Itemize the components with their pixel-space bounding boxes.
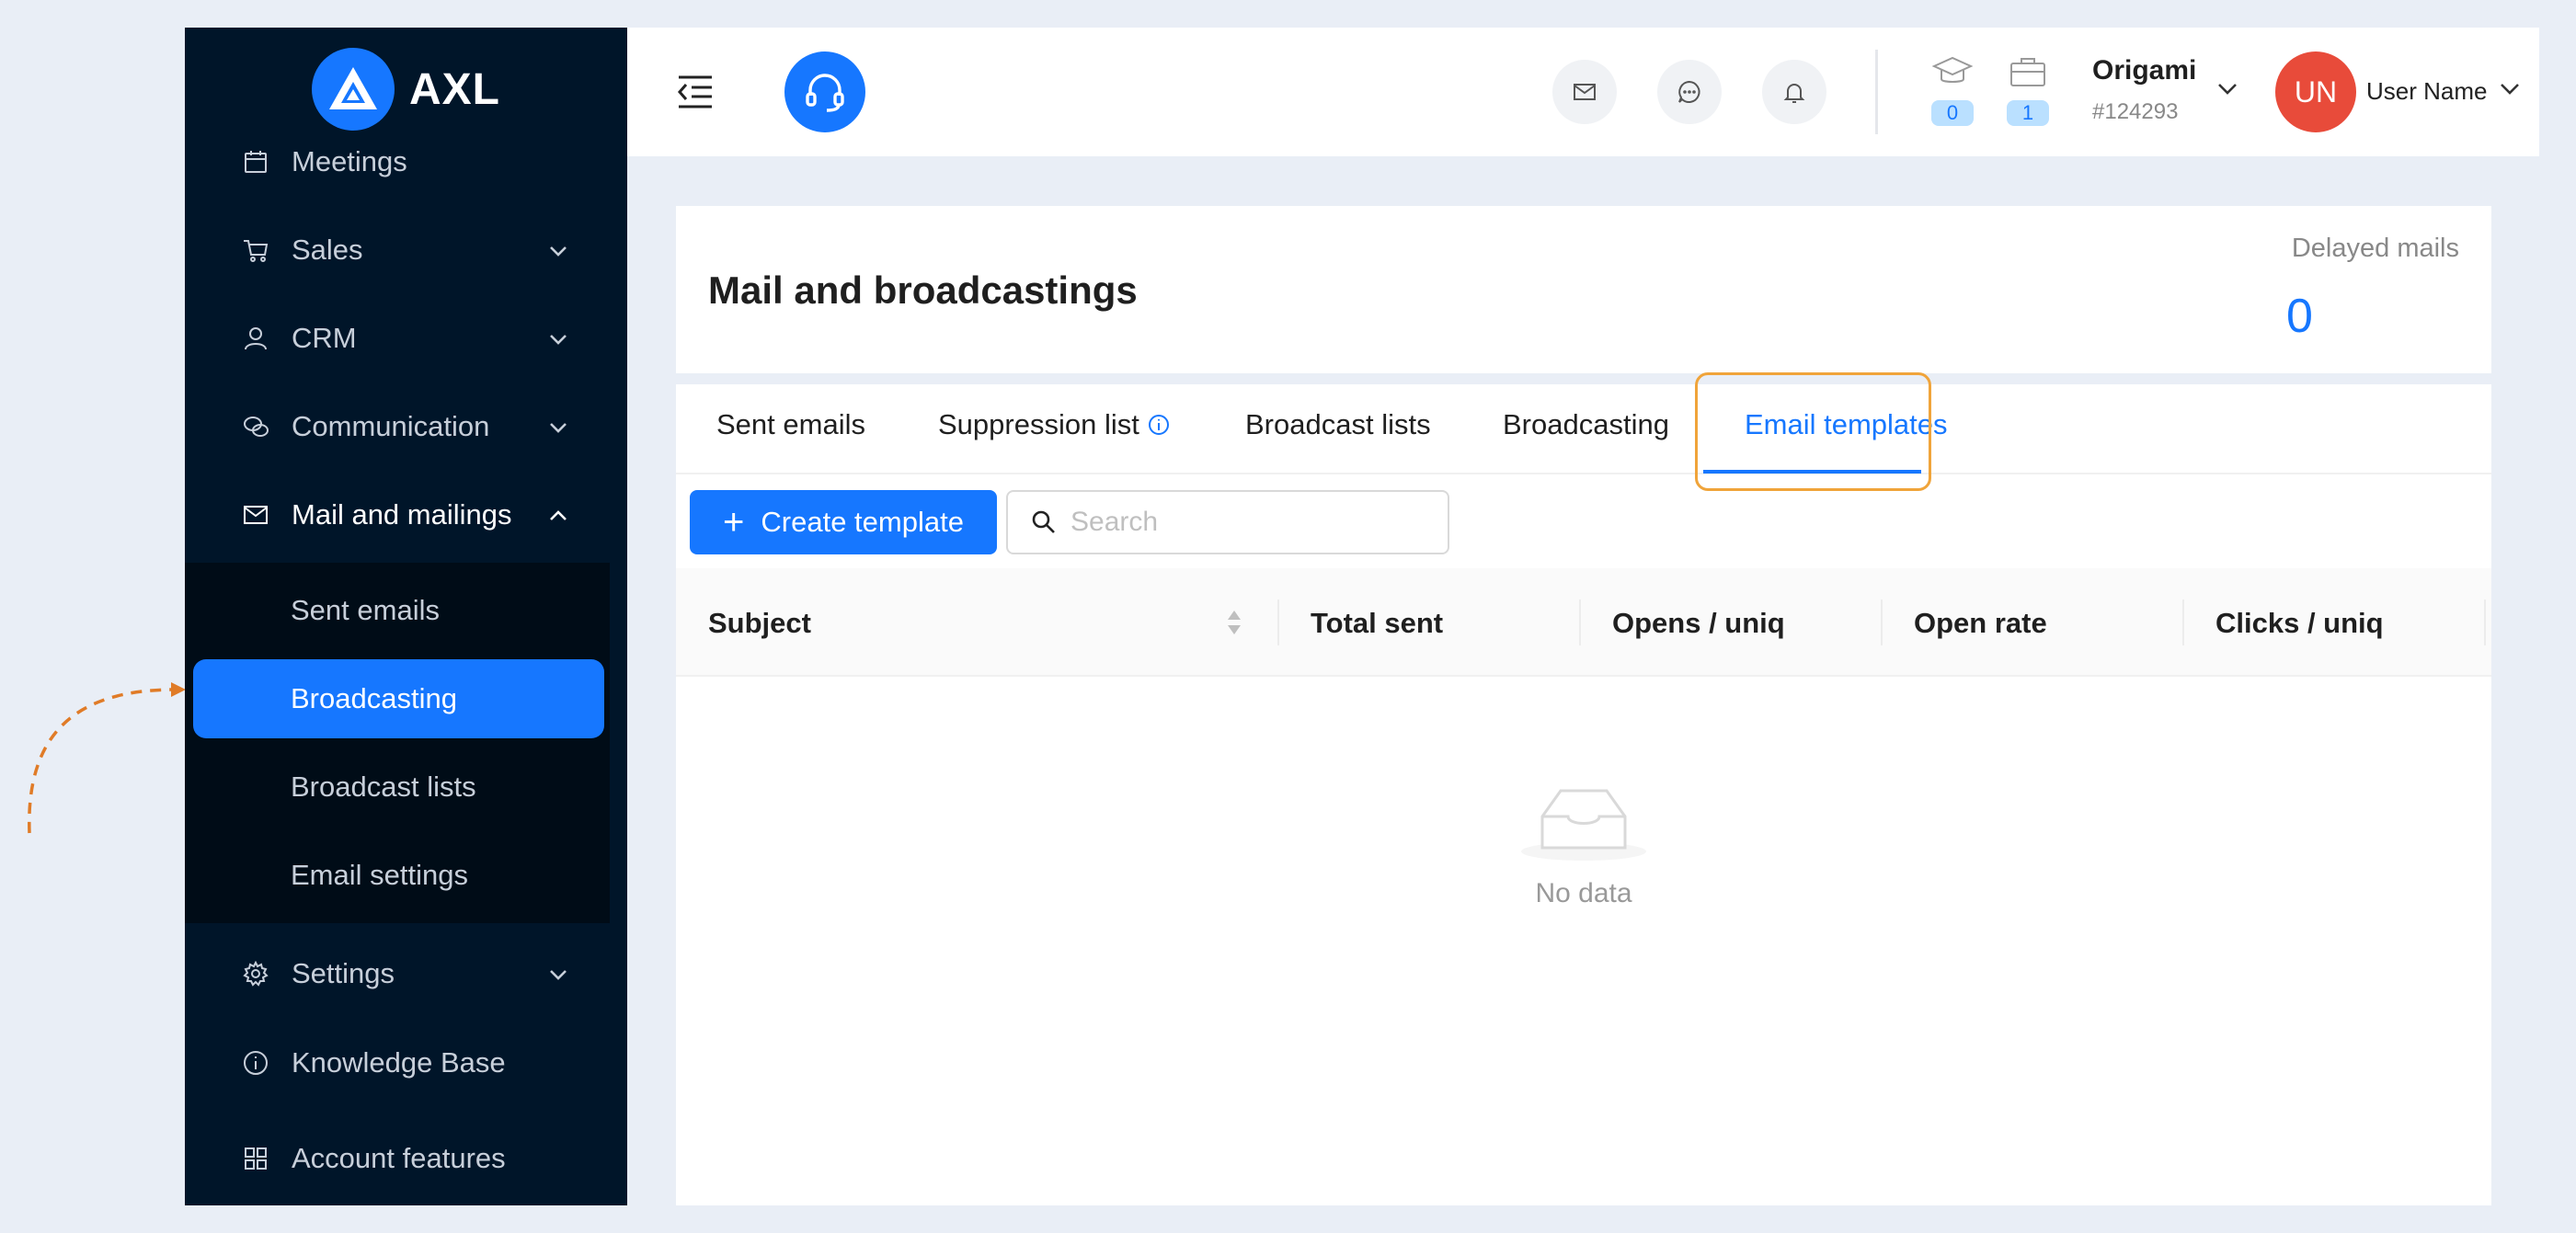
tab-suppression-list[interactable]: Suppression list bbox=[938, 408, 1171, 441]
submenu-item-email-settings[interactable]: Email settings bbox=[193, 836, 604, 915]
submenu-item-broadcast-lists[interactable]: Broadcast lists bbox=[193, 748, 604, 827]
deals-count-badge: 1 bbox=[2007, 100, 2049, 126]
empty-state-text: No data bbox=[1535, 878, 1632, 908]
tab-highlight-annotation bbox=[1695, 372, 1931, 491]
mail-submenu: Sent emails Broadcasting Broadcast lists… bbox=[185, 563, 610, 923]
chevron-down-icon bbox=[546, 414, 570, 438]
delayed-mails-label: Delayed mails bbox=[2291, 234, 2459, 263]
briefcase-icon bbox=[2010, 58, 2045, 86]
chat-button[interactable] bbox=[1657, 60, 1722, 124]
page-header-card: Mail and broadcastings Delayed mails 0 bbox=[676, 206, 2491, 373]
delayed-mails-count: 0 bbox=[2286, 290, 2313, 343]
brand-name: AXL bbox=[409, 64, 500, 114]
chevron-down-icon[interactable] bbox=[2497, 75, 2523, 101]
sidebar-item-label: Meetings bbox=[292, 145, 407, 177]
search-input[interactable] bbox=[1070, 507, 1420, 538]
table-header: Subject Total sent Opens / uniq Open rat… bbox=[676, 568, 2491, 677]
messages-button[interactable] bbox=[1552, 60, 1617, 124]
courses-counter[interactable]: 0 bbox=[1931, 53, 1974, 126]
sidebar: AXL Meetings Sales CRM Communication Mai… bbox=[185, 28, 627, 1205]
avatar[interactable]: UN bbox=[2275, 51, 2356, 132]
search-field[interactable] bbox=[1006, 490, 1449, 554]
sidebar-item-mail-and-mailings[interactable]: Mail and mailings bbox=[185, 476, 627, 554]
sidebar-item-crm[interactable]: CRM bbox=[185, 300, 627, 377]
create-template-label: Create template bbox=[761, 506, 964, 538]
tab-broadcasting[interactable]: Broadcasting bbox=[1503, 408, 1669, 441]
chat-icon bbox=[1678, 80, 1700, 103]
sidebar-item-account-features[interactable]: Account features bbox=[185, 1120, 627, 1197]
bell-icon bbox=[1783, 84, 1805, 103]
info-icon bbox=[240, 1047, 271, 1079]
plus-icon: + bbox=[723, 502, 745, 542]
empty-state: No data bbox=[676, 771, 2491, 909]
column-header-open-rate: Open rate bbox=[1914, 607, 2047, 639]
chevron-up-icon bbox=[546, 502, 570, 526]
annotation-arrow-icon bbox=[28, 682, 186, 834]
sidebar-item-label: Communication bbox=[292, 410, 490, 442]
chevron-down-icon bbox=[546, 325, 570, 349]
submenu-item-sent-emails[interactable]: Sent emails bbox=[193, 571, 604, 650]
mail-icon bbox=[240, 499, 271, 531]
empty-inbox-icon bbox=[1521, 789, 1646, 861]
chevron-down-icon bbox=[546, 237, 570, 261]
column-header-subject[interactable]: Subject bbox=[708, 607, 811, 640]
tab-sent-emails[interactable]: Sent emails bbox=[716, 408, 865, 441]
column-divider bbox=[2484, 599, 2486, 645]
column-header-clicks: Clicks / uniq bbox=[2215, 607, 2384, 639]
info-icon[interactable] bbox=[1147, 413, 1171, 437]
sidebar-item-settings[interactable]: Settings bbox=[185, 935, 627, 1012]
submenu-item-broadcasting[interactable]: Broadcasting bbox=[193, 659, 604, 738]
column-divider bbox=[1277, 599, 1279, 645]
graduation-cap-icon bbox=[1931, 56, 1974, 83]
sidebar-item-label: Account features bbox=[292, 1142, 506, 1174]
grid-icon bbox=[240, 1143, 271, 1174]
mail-tabs: Sent emails Suppression list Broadcast l… bbox=[676, 372, 2491, 491]
tab-broadcast-lists[interactable]: Broadcast lists bbox=[1245, 408, 1431, 441]
column-header-opens: Opens / uniq bbox=[1612, 607, 1785, 639]
search-icon bbox=[1032, 510, 1055, 533]
menu-collapse-icon[interactable] bbox=[675, 72, 716, 112]
sidebar-item-label: CRM bbox=[292, 322, 357, 354]
company-switcher[interactable]: Origami #124293 bbox=[2092, 55, 2196, 125]
header-divider bbox=[1875, 50, 1878, 134]
tab-label: Suppression list bbox=[938, 408, 1139, 440]
calendar-icon bbox=[240, 146, 271, 177]
mail-content-card: Sent emails Suppression list Broadcast l… bbox=[676, 372, 2491, 1205]
column-header-total-sent: Total sent bbox=[1311, 607, 1444, 639]
chevron-down-icon[interactable] bbox=[2215, 75, 2240, 101]
chevron-down-icon bbox=[546, 961, 570, 985]
headset-icon bbox=[806, 74, 844, 112]
company-id: #124293 bbox=[2092, 99, 2179, 124]
column-divider bbox=[2182, 599, 2184, 645]
sidebar-item-meetings[interactable]: Meetings bbox=[185, 123, 627, 200]
user-icon bbox=[240, 323, 271, 354]
column-divider bbox=[1579, 599, 1581, 645]
cart-icon bbox=[240, 234, 271, 266]
sidebar-item-label: Sales bbox=[292, 234, 363, 266]
sidebar-item-sales[interactable]: Sales bbox=[185, 211, 627, 289]
column-divider bbox=[1881, 599, 1883, 645]
page-title: Mail and broadcastings bbox=[708, 268, 1138, 312]
company-name: Origami bbox=[2092, 55, 2197, 86]
gear-icon bbox=[240, 958, 271, 989]
mail-icon bbox=[1574, 84, 1596, 100]
sidebar-item-communication[interactable]: Communication bbox=[185, 388, 627, 465]
courses-count-badge: 0 bbox=[1931, 100, 1974, 126]
logo-icon bbox=[312, 48, 395, 131]
support-button[interactable] bbox=[784, 51, 865, 132]
sidebar-item-label: Knowledge Base bbox=[292, 1046, 506, 1079]
sidebar-item-label: Settings bbox=[292, 957, 395, 989]
sort-icon[interactable] bbox=[1225, 607, 1243, 638]
sidebar-item-knowledge-base[interactable]: Knowledge Base bbox=[185, 1024, 627, 1102]
brand-logo[interactable]: AXL bbox=[312, 48, 500, 131]
create-template-button[interactable]: + Create template bbox=[690, 490, 997, 554]
sidebar-item-label: Mail and mailings bbox=[292, 498, 512, 531]
wechat-icon bbox=[240, 411, 271, 442]
user-name[interactable]: User Name bbox=[2366, 77, 2487, 106]
notifications-button[interactable] bbox=[1762, 60, 1826, 124]
top-header: 0 1 Origami #124293 UN User Name bbox=[627, 28, 2539, 156]
deals-counter[interactable]: 1 bbox=[2007, 53, 2049, 126]
